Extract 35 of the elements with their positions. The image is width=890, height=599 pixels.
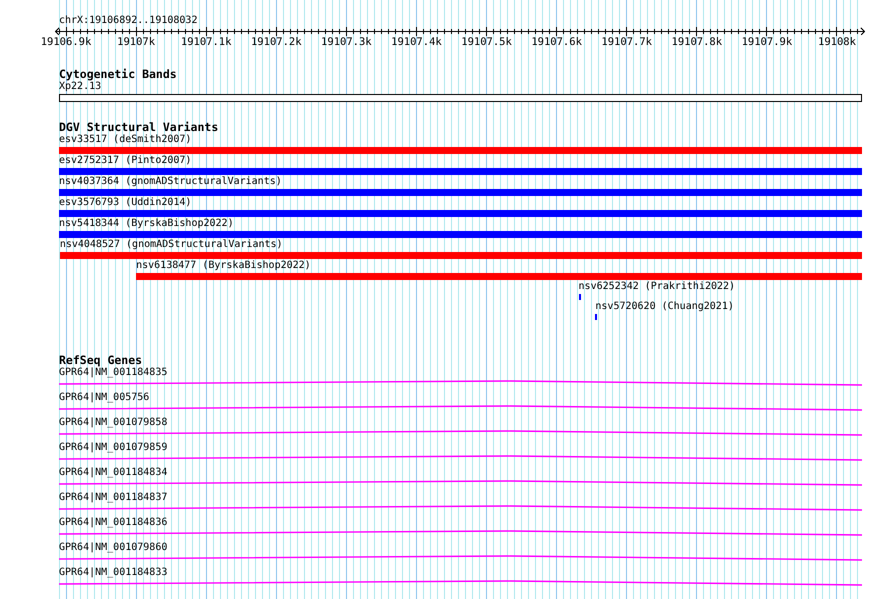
tick-label: 19107.1k — [180, 36, 232, 48]
variant-label: nsv6252342 (Prakrithi2022) — [578, 281, 736, 293]
tick-label: 19107.4k — [391, 36, 442, 48]
variant-label: esv33517 (deSmith2007) — [59, 134, 192, 146]
gene-label: GPR64|NM_001184835 — [59, 367, 168, 379]
track-title: RefSeq Genes — [59, 354, 142, 367]
variant-label: nsv4037364 (gnomADStructuralVariants) — [59, 176, 282, 188]
track-title: DGV Structural Variants — [59, 121, 218, 134]
gene-label: GPR64|NM_001184836 — [59, 517, 168, 529]
tick-label: 19107.8k — [672, 36, 722, 48]
gene-label: GPR64|NM_001079858 — [59, 417, 168, 429]
tick-label: 19107k — [117, 36, 156, 48]
band-label: Xp22.13 — [59, 81, 102, 93]
tick-label: 19107.7k — [601, 36, 652, 48]
gene-label: GPR64|NM_005756 — [59, 392, 150, 404]
variant-label: nsv5720620 (Chuang2021) — [595, 301, 734, 313]
variant-label: nsv5418344 (ByrskaBishop2022) — [59, 218, 234, 230]
variant-label: esv3576793 (Uddin2014) — [59, 197, 192, 209]
variant-label: nsv4048527 (gnomADStructuralVariants) — [60, 239, 283, 251]
tick-label: 19107.9k — [742, 36, 792, 48]
gene-label: GPR64|NM_001184833 — [59, 567, 168, 579]
track-title: Cytogenetic Bands — [59, 68, 177, 81]
location-label: chrX:19106892..19108032 — [59, 15, 198, 27]
tick-label: 19107.6k — [531, 36, 582, 48]
gene-label: GPR64|NM_001079860 — [59, 542, 168, 554]
variant-label: nsv6138477 (ByrskaBishop2022) — [136, 260, 311, 272]
tick-label: 19107.2k — [250, 36, 302, 48]
tick-label: 19107.5k — [461, 36, 512, 48]
gene-label: GPR64|NM_001079859 — [59, 442, 168, 454]
variant-label: esv2752317 (Pinto2007) — [59, 155, 192, 167]
tick-label: 19108k — [818, 36, 856, 48]
gene-label: GPR64|NM_001184834 — [59, 467, 168, 479]
tick-label: 19107.3k — [321, 36, 372, 48]
gene-label: GPR64|NM_001184837 — [59, 492, 168, 504]
tick-label: 19106.9k — [40, 36, 92, 48]
